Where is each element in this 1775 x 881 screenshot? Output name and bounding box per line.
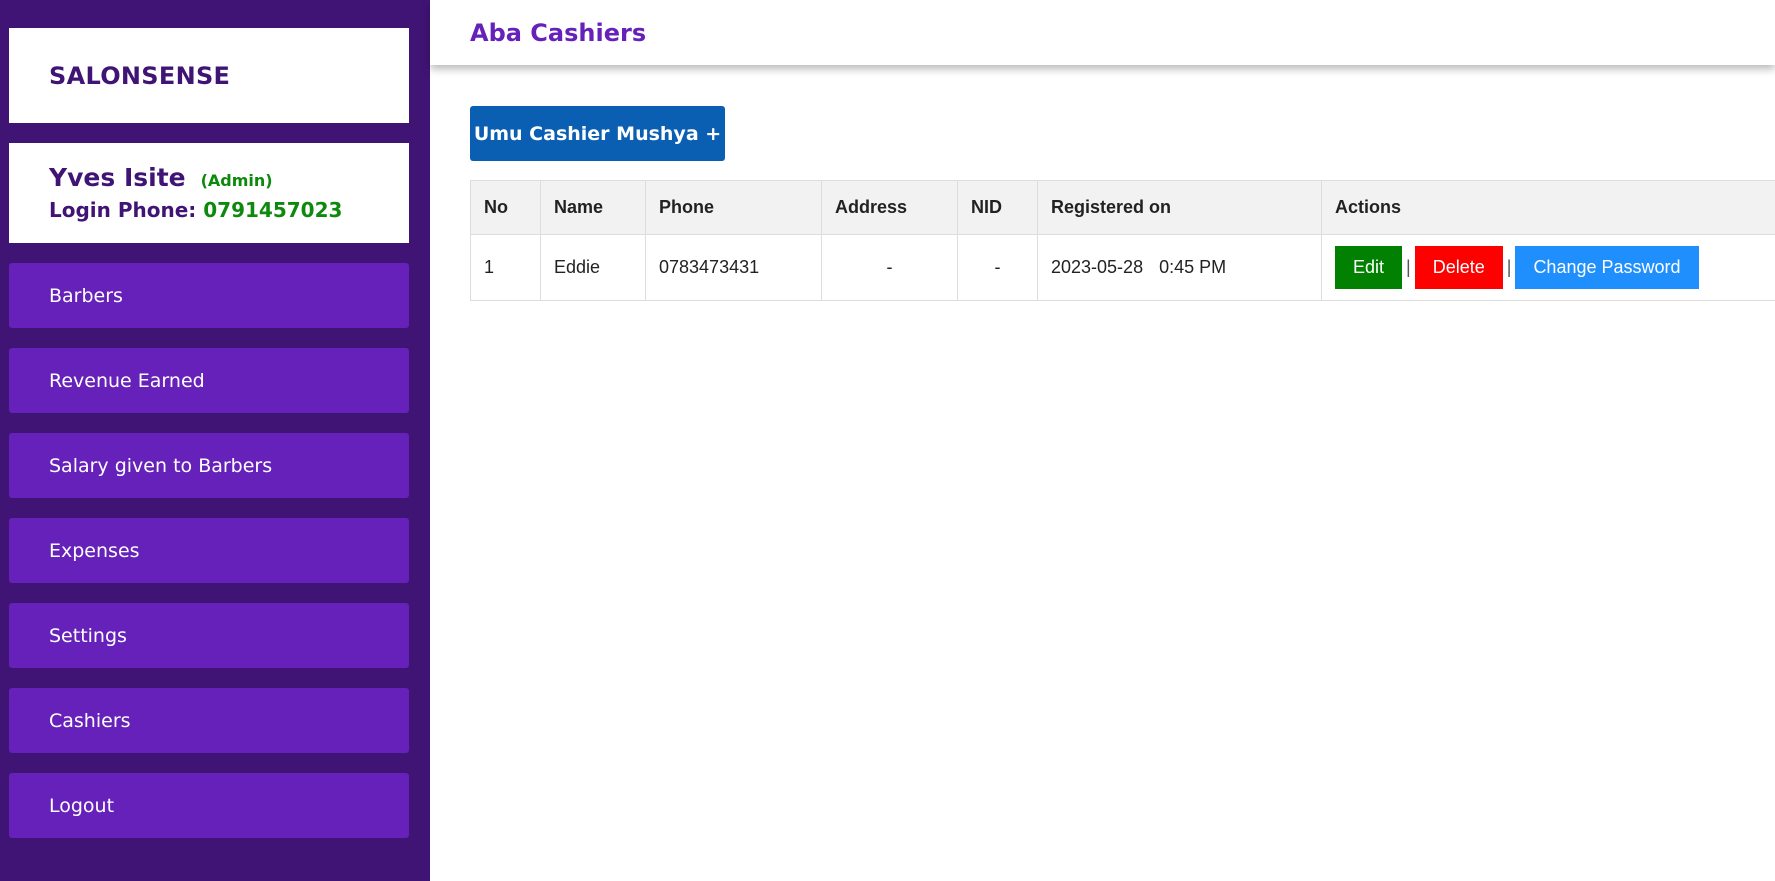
change-password-button[interactable]: Change Password [1515,246,1699,289]
column-header-actions: Actions [1321,180,1775,235]
cashiers-table: No Name Phone Address NID Registered on … [470,180,1775,301]
registered-time: 0:45 PM [1159,257,1227,277]
sidebar-item-label: Cashiers [49,709,131,732]
sidebar-item-label: Salary given to Barbers [49,454,273,477]
brand-box: SALONSENSE [9,28,409,123]
cell-nid: - [957,234,1038,301]
cell-no: 1 [470,234,541,301]
column-header-name: Name [540,180,646,235]
cell-phone: 0783473431 [645,234,822,301]
user-name: Yves Isite [49,163,186,192]
top-header: Aba Cashiers [430,0,1775,65]
column-header-registered-on: Registered on [1037,180,1322,235]
sidebar-item-label: Logout [49,794,115,817]
sidebar-item-barbers[interactable]: Barbers [9,263,409,328]
column-header-phone: Phone [645,180,822,235]
cell-address: - [821,234,958,301]
cell-registered-on: 2023-05-28 0:45 PM [1037,234,1322,301]
brand-logo-text: SALONSENSE [49,61,231,90]
edit-button[interactable]: Edit [1335,246,1403,289]
sidebar-item-label: Revenue Earned [49,369,205,392]
delete-button[interactable]: Delete [1414,246,1503,289]
table-row: 1 Eddie 0783473431 - - 2023-05-28 0:45 PM… [470,234,1775,301]
user-info-box: Yves Isite (Admin) Login Phone: 07914570… [9,143,409,243]
sidebar-item-revenue-earned[interactable]: Revenue Earned [9,348,409,413]
cell-name: Eddie [540,234,646,301]
sidebar-item-label: Settings [49,624,127,647]
sidebar-item-salary[interactable]: Salary given to Barbers [9,433,409,498]
action-separator: | [1406,257,1411,277]
column-header-no: No [470,180,541,235]
sidebar-item-label: Expenses [49,539,140,562]
sidebar-item-logout[interactable]: Logout [9,773,409,838]
cell-actions: Edit | Delete | Change Password [1321,234,1775,301]
sidebar-item-label: Barbers [49,284,123,307]
sidebar-item-expenses[interactable]: Expenses [9,518,409,583]
sidebar-item-cashiers[interactable]: Cashiers [9,688,409,753]
login-phone-value: 0791457023 [203,198,343,222]
table-header-row: No Name Phone Address NID Registered on … [470,180,1775,235]
user-role-badge: (Admin) [200,171,273,190]
column-header-address: Address [821,180,958,235]
sidebar-item-settings[interactable]: Settings [9,603,409,668]
page-title: Aba Cashiers [470,18,647,47]
add-cashier-button[interactable]: Umu Cashier Mushya + [470,106,725,161]
column-header-nid: NID [957,180,1038,235]
registered-date: 2023-05-28 [1051,257,1144,277]
login-phone-label: Login Phone: [49,198,197,222]
action-separator: | [1506,257,1512,277]
sidebar: SALONSENSE Yves Isite (Admin) Login Phon… [0,0,430,881]
